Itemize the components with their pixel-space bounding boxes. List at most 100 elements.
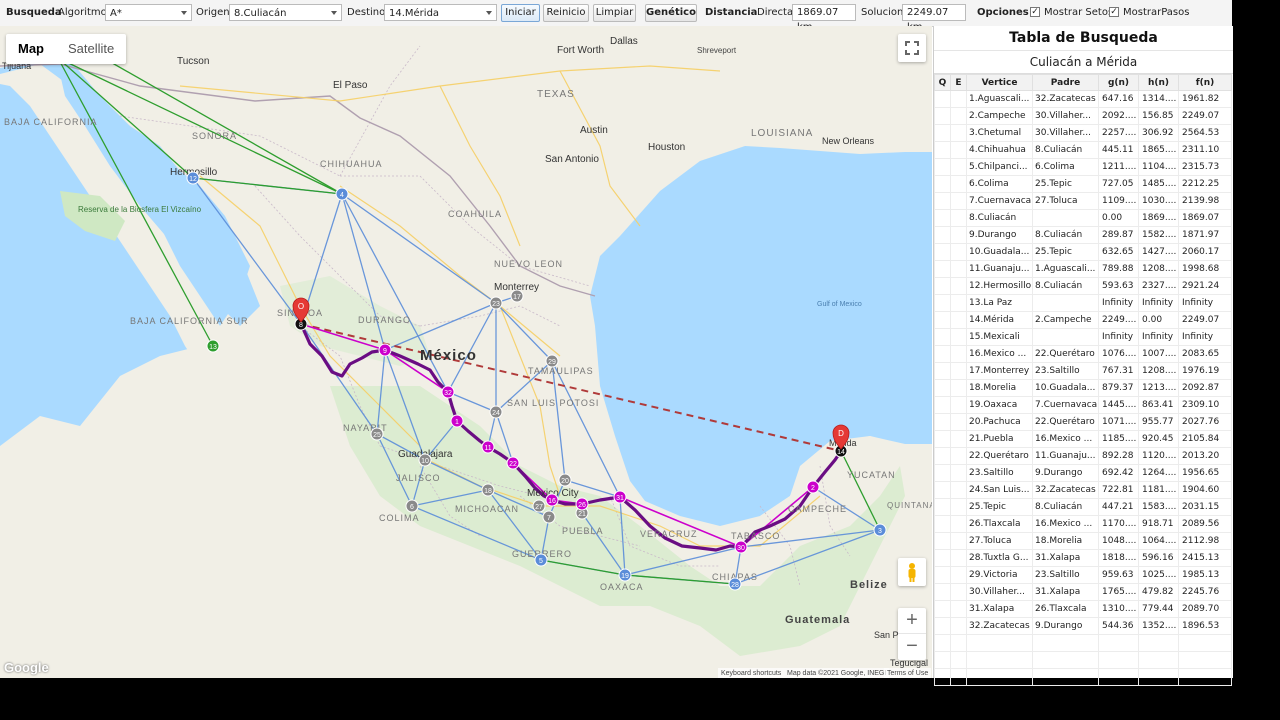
terms-link[interactable]: Terms of Use — [884, 668, 932, 678]
table-cell — [934, 243, 951, 261]
table-row[interactable]: 12.Hermosillo 8.Culiacán 593.63 2327.... 292… — [934, 277, 1232, 295]
graph-node-label: 21 — [578, 511, 586, 518]
graph-node-3[interactable]: 3 — [873, 523, 887, 537]
table-cell — [1098, 634, 1139, 652]
col-header-gn[interactable]: g(n) — [1098, 74, 1139, 91]
table-row[interactable]: 6.Colima 25.Tepic 727.05 1485.... 2212.25 — [934, 175, 1232, 193]
table-row[interactable]: 10.Guadala... 25.Tepic 632.65 1427.... 2060.… — [934, 243, 1232, 261]
graph-node-6[interactable]: 6 — [405, 499, 419, 513]
col-header-padre[interactable]: Padre — [1032, 74, 1099, 91]
graph-node-2[interactable]: 2 — [806, 480, 820, 494]
graph-node-23[interactable]: 23 — [489, 296, 503, 310]
table-row[interactable]: 19.Oaxaca 7.Cuernavaca 1445.... 863.41 2309.… — [934, 396, 1232, 414]
graph-node-11[interactable]: 11 — [481, 440, 495, 454]
table-row[interactable]: 2.Campeche 30.Villaher... 2092.... 156.85 22… — [934, 107, 1232, 125]
graph-node-31[interactable]: 31 — [613, 490, 627, 504]
map-view[interactable]: Tijuana Tucson El Paso Dallas Fort Worth… — [0, 26, 932, 678]
graph-node-24[interactable]: 24 — [489, 405, 503, 419]
reinicio-button[interactable]: Reinicio — [543, 4, 589, 22]
table-cell — [934, 328, 951, 346]
graph-node-5[interactable]: 5 — [534, 553, 548, 567]
col-header-q[interactable]: Q — [934, 74, 951, 91]
col-header-fn[interactable]: f(n) — [1178, 74, 1232, 91]
table-row[interactable]: 8.Culiacán 0.00 1869.... 1869.07 — [934, 209, 1232, 227]
table-cell — [950, 498, 967, 516]
graph-node-10[interactable]: 10 — [418, 453, 432, 467]
fullscreen-button[interactable] — [898, 34, 926, 62]
zoom-out-button[interactable]: − — [898, 634, 926, 660]
mostrar-pasos-checkbox[interactable]: ✓ — [1109, 7, 1119, 17]
keyboard-shortcuts-link[interactable]: Keyboard shortcuts — [718, 668, 785, 678]
solucion-field[interactable]: 2249.07 km — [902, 4, 966, 33]
origen-select[interactable]: 8.Culiacán — [229, 4, 342, 21]
graph-node-27[interactable]: 27 — [532, 499, 546, 513]
limpiar-button[interactable]: Limpiar — [593, 4, 636, 22]
table-row[interactable]: 9.Durango 8.Culiacán 289.87 1582.... 1871.97 — [934, 226, 1232, 244]
table-row[interactable]: 27.Toluca 18.Morelia 1048.... 1064.... 2112.… — [934, 532, 1232, 550]
graph-node-22[interactable]: 22 — [506, 456, 520, 470]
directa-field[interactable]: 1869.07 km — [792, 4, 856, 33]
table-cell: 10.Guadala... — [966, 243, 1033, 261]
table-cell: 30.Villaher... — [1032, 107, 1099, 125]
table-row[interactable]: 14.Mérida 2.Campeche 2249.... 0.00 2249.07 — [934, 311, 1232, 329]
graph-node-7[interactable]: 7 — [542, 510, 556, 524]
table-row[interactable]: 15.Mexicali Infinity Infinity Infinity — [934, 328, 1232, 346]
table-row[interactable]: 22.Querétaro 11.Guanaju... 892.28 1120.... 2… — [934, 447, 1232, 465]
genetico-button[interactable]: Genético — [645, 4, 697, 22]
table-cell — [934, 158, 951, 176]
table-row[interactable]: 4.Chihuahua 8.Culiacán 445.11 1865.... 2311.… — [934, 141, 1232, 159]
map-type-satellite-button[interactable]: Satellite — [56, 34, 126, 64]
algoritmo-select[interactable]: A* — [105, 4, 192, 21]
table-cell — [1032, 328, 1099, 346]
table-row[interactable]: 7.Cuernavaca 27.Toluca 1109.... 1030.... 213… — [934, 192, 1232, 210]
graph-node-12[interactable]: 12 — [186, 171, 200, 185]
table-row[interactable]: 13.La Paz Infinity Infinity Infinity — [934, 294, 1232, 312]
table-row[interactable]: 29.Victoria 23.Saltillo 959.63 1025.... 1985… — [934, 566, 1232, 584]
mostrar-setos-checkbox[interactable]: ✓ — [1030, 7, 1040, 17]
table-row[interactable]: 18.Morelia 10.Guadala... 879.37 1213.... 209… — [934, 379, 1232, 397]
street-view-button[interactable] — [898, 558, 926, 586]
table-row[interactable]: 24.San Luis... 32.Zacatecas 722.81 1181....… — [934, 481, 1232, 499]
col-header-vertice[interactable]: Vertice — [966, 74, 1033, 91]
graph-node-9[interactable]: 9 — [378, 343, 392, 357]
table-row[interactable]: 17.Monterrey 23.Saltillo 767.31 1208.... 197… — [934, 362, 1232, 380]
table-cell: 1104.... — [1138, 158, 1179, 176]
table-row[interactable]: 3.Chetumal 30.Villaher... 2257.... 306.92 25… — [934, 124, 1232, 142]
table-row[interactable]: 32.Zacatecas 9.Durango 544.36 1352.... 1896.… — [934, 617, 1232, 635]
zoom-in-button[interactable]: + — [898, 608, 926, 634]
graph-node-1[interactable]: 1 — [450, 414, 464, 428]
graph-node-13[interactable]: 13 — [206, 339, 220, 353]
table-cell — [934, 277, 951, 295]
graph-node-32[interactable]: 32 — [441, 385, 455, 399]
graph-node-30[interactable]: 30 — [734, 540, 748, 554]
table-row[interactable]: 28.Tuxtla G... 31.Xalapa 1818.... 596.16 241… — [934, 549, 1232, 567]
graph-node-29[interactable]: 29 — [545, 354, 559, 368]
map-type-map-button[interactable]: Map — [6, 34, 56, 64]
graph-node-18[interactable]: 18 — [481, 483, 495, 497]
table-row[interactable]: 25.Tepic 8.Culiacán 447.21 1583.... 2031.15 — [934, 498, 1232, 516]
iniciar-button[interactable]: Iniciar — [501, 4, 540, 22]
table-row[interactable]: 26.Tlaxcala 16.Mexico ... 1170.... 918.71 20… — [934, 515, 1232, 533]
table-row[interactable]: 21.Puebla 16.Mexico ... 1185.... 920.45 2105… — [934, 430, 1232, 448]
table-cell — [934, 209, 951, 227]
table-row[interactable]: 23.Saltillo 9.Durango 692.42 1264.... 1956.6… — [934, 464, 1232, 482]
table-row[interactable]: 11.Guanaju... 1.Aguascali... 789.88 1208...… — [934, 260, 1232, 278]
col-header-e[interactable]: E — [950, 74, 967, 91]
graph-node-16[interactable]: 16 — [545, 493, 559, 507]
graph-node-28[interactable]: 28 — [728, 577, 742, 591]
graph-node-25[interactable]: 25 — [370, 427, 384, 441]
table-cell: 32.Zacatecas — [966, 617, 1033, 635]
graph-node-26[interactable]: 26 — [575, 497, 589, 511]
graph-node-17[interactable]: 17 — [510, 289, 524, 303]
col-header-hn[interactable]: h(n) — [1138, 74, 1179, 91]
graph-node-19[interactable]: 19 — [618, 568, 632, 582]
table-row[interactable]: 5.Chilpanci... 6.Colima 1211.... 1104.... 23… — [934, 158, 1232, 176]
table-row[interactable]: 16.Mexico ... 22.Querétaro 1076.... 1007...… — [934, 345, 1232, 363]
table-row[interactable]: 30.Villaher... 31.Xalapa 1765.... 479.82 224… — [934, 583, 1232, 601]
table-row[interactable]: 20.Pachuca 22.Querétaro 1071.... 955.77 2027… — [934, 413, 1232, 431]
graph-node-20[interactable]: 20 — [558, 473, 572, 487]
graph-node-4[interactable]: 4 — [335, 187, 349, 201]
destino-select[interactable]: 14.Mérida — [384, 4, 497, 21]
table-row[interactable]: 1.Aguascali... 32.Zacatecas 647.16 1314....… — [934, 90, 1232, 108]
table-row[interactable]: 31.Xalapa 26.Tlaxcala 1310.... 779.44 2089.7… — [934, 600, 1232, 618]
